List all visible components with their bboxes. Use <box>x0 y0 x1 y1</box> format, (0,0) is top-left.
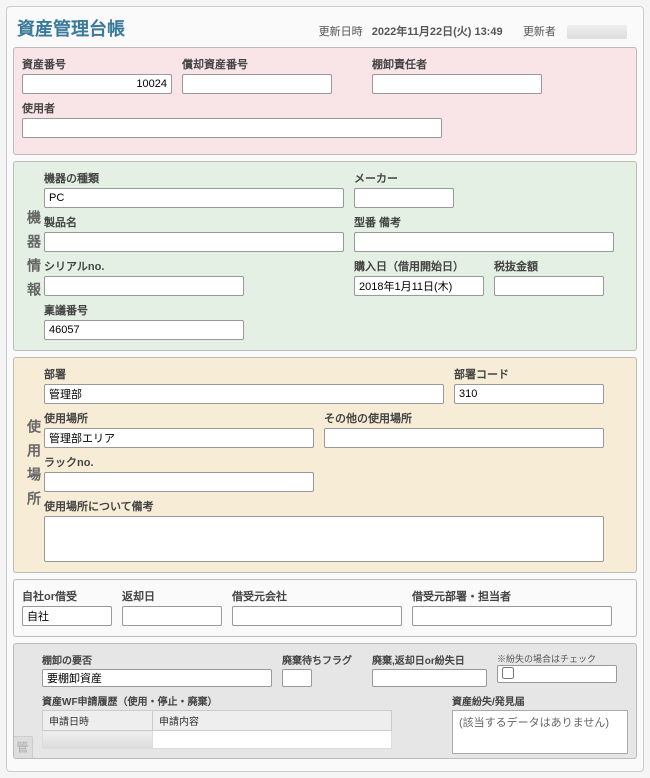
place-panel: 使用場所 部署 部署コード 使用場所 その他の使用場所 <box>13 357 637 573</box>
user-label: 使用者 <box>22 100 442 116</box>
user-input[interactable] <box>22 118 442 138</box>
inventory-owner-input[interactable] <box>372 74 542 94</box>
ringi-input[interactable] <box>44 320 244 340</box>
product-label: 製品名 <box>44 214 344 230</box>
price-input[interactable] <box>494 276 604 296</box>
maker-label: メーカー <box>354 170 454 186</box>
updater-value-redacted <box>567 25 627 39</box>
wf-cell <box>43 731 153 749</box>
maker-input[interactable] <box>354 188 454 208</box>
identity-panel: 資産番号 償却資産番号 棚卸責任者 使用者 <box>13 47 637 155</box>
report-label: 資産紛失/発見届 <box>452 693 628 708</box>
own-label: 自社or借受 <box>22 588 112 604</box>
place-tab: 使用場所 <box>22 366 44 562</box>
dept-code-input[interactable] <box>454 384 604 404</box>
asset-ledger-window: 資産管理台帳 更新日時 2022年11月22日(火) 13:49 更新者 資産番… <box>6 6 644 772</box>
loc-remark-label: 使用場所について備考 <box>44 498 604 514</box>
header-meta: 更新日時 2022年11月22日(火) 13:49 更新者 <box>317 23 633 39</box>
disposal-date-label: 廃棄,返却日or紛失日 <box>372 652 487 667</box>
report-box[interactable]: (該当するデータはありません) <box>452 710 628 754</box>
lender-dept-input[interactable] <box>412 606 612 626</box>
asset-no-label: 資産番号 <box>22 56 172 72</box>
updated-label: 更新日時 <box>319 26 363 38</box>
lost-checkbox[interactable] <box>502 667 514 679</box>
depr-no-label: 償却資産番号 <box>182 56 332 72</box>
rack-input[interactable] <box>44 472 314 492</box>
wf-col-content: 申請内容 <box>153 711 392 731</box>
updater-label: 更新者 <box>523 26 556 38</box>
inventory-owner-label: 棚卸責任者 <box>372 56 542 72</box>
kind-label: 機器の種類 <box>44 170 344 186</box>
own-input[interactable] <box>22 606 112 626</box>
dept-input[interactable] <box>44 384 444 404</box>
return-input[interactable] <box>122 606 222 626</box>
loc-remark-input[interactable] <box>44 516 604 562</box>
mgmt-panel: 管 棚卸の要否 廃棄待ちフラグ 廃棄,返却日or紛失日 ※紛失の場合はチェック <box>13 643 637 759</box>
wf-history-table[interactable]: 申請日時 申請内容 <box>42 710 392 749</box>
wf-cell <box>153 731 392 749</box>
wf-col-date: 申請日時 <box>43 711 153 731</box>
product-input[interactable] <box>44 232 344 252</box>
inv-need-input[interactable] <box>42 669 272 687</box>
loc-input[interactable] <box>44 428 314 448</box>
kind-input[interactable] <box>44 188 344 208</box>
other-loc-input[interactable] <box>324 428 604 448</box>
dept-code-label: 部署コード <box>454 366 604 382</box>
lender-co-input[interactable] <box>232 606 402 626</box>
purchase-input[interactable] <box>354 276 484 296</box>
header: 資産管理台帳 更新日時 2022年11月22日(火) 13:49 更新者 <box>13 13 637 47</box>
ringi-label: 稟議番号 <box>44 302 244 318</box>
disposal-flag-label: 廃棄待ちフラグ <box>282 652 362 667</box>
depr-no-input[interactable] <box>182 74 332 94</box>
lost-note: ※紛失の場合はチェック <box>497 652 617 665</box>
serial-input[interactable] <box>44 276 244 296</box>
serial-label: シリアルno. <box>44 258 244 274</box>
mgmt-tab: 管 <box>13 736 33 759</box>
rack-label: ラックno. <box>44 454 314 470</box>
dept-label: 部署 <box>44 366 444 382</box>
device-tab: 機器情報 <box>22 170 44 340</box>
asset-no-input[interactable] <box>22 74 172 94</box>
device-panel: 機器情報 機器の種類 メーカー 製品名 型番 備考 <box>13 161 637 351</box>
lender-co-label: 借受元会社 <box>232 588 402 604</box>
disposal-date-input[interactable] <box>372 669 487 687</box>
lender-dept-label: 借受元部署・担当者 <box>412 588 612 604</box>
wf-label: 資産WF申請履歴（使用・停止・廃棄） <box>42 693 392 708</box>
borrow-panel: 自社or借受 返却日 借受元会社 借受元部署・担当者 <box>13 579 637 637</box>
updated-value: 2022年11月22日(火) 13:49 <box>372 26 503 38</box>
purchase-label: 購入日（借用開始日） <box>354 258 484 274</box>
page-title: 資産管理台帳 <box>17 15 125 41</box>
disposal-flag-input[interactable] <box>282 669 312 687</box>
loc-label: 使用場所 <box>44 410 314 426</box>
price-label: 税抜金額 <box>494 258 604 274</box>
return-label: 返却日 <box>122 588 222 604</box>
model-remark-label: 型番 備考 <box>354 214 614 230</box>
inv-need-label: 棚卸の要否 <box>42 652 272 667</box>
model-remark-input[interactable] <box>354 232 614 252</box>
other-loc-label: その他の使用場所 <box>324 410 604 426</box>
